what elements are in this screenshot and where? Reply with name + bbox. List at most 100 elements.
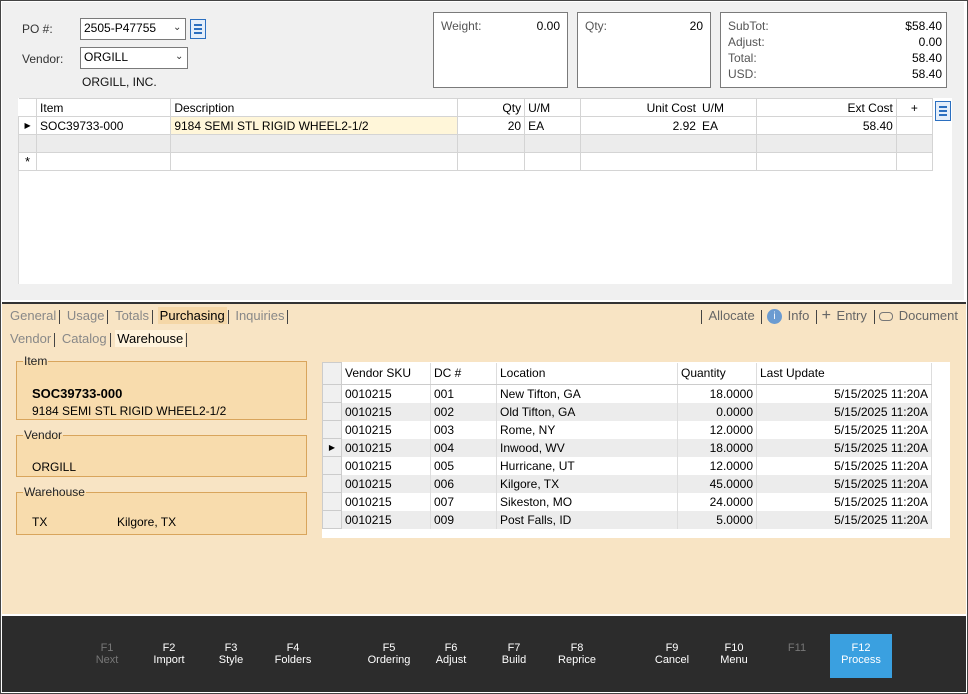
fkey-f1[interactable]: F1 Next [79, 642, 135, 666]
new-row[interactable]: * [17, 152, 934, 171]
col-header-um2[interactable]: U/M [698, 98, 757, 117]
col-header-dc[interactable]: DC # [430, 362, 497, 385]
allocate-button[interactable]: Allocate [707, 307, 757, 324]
row-selector[interactable] [322, 456, 342, 475]
cell-last-update[interactable]: 5/15/2025 11:20A [756, 420, 932, 439]
cell-quantity[interactable]: 45.0000 [677, 474, 757, 493]
cell-dc[interactable]: 001 [430, 384, 497, 403]
table-row[interactable]: 0010215 003 Rome, NY 12.0000 5/15/2025 11:20… [322, 420, 932, 439]
col-header-description[interactable]: Description [170, 98, 458, 117]
menu-icon[interactable] [935, 101, 951, 121]
cell-last-update[interactable]: 5/15/2025 11:20A [756, 456, 932, 475]
entry-button[interactable]: Entry [835, 307, 869, 324]
col-header-vendor-sku[interactable]: Vendor SKU [341, 362, 431, 385]
cell-quantity[interactable]: 0.0000 [677, 402, 757, 421]
cell-location[interactable]: New Tifton, GA [496, 384, 678, 403]
cell-location[interactable]: Post Falls, ID [496, 510, 678, 529]
cell-quantity[interactable]: 18.0000 [677, 384, 757, 403]
cell-vendor-sku[interactable]: 0010215 [341, 402, 431, 421]
info-icon[interactable]: i [767, 309, 782, 325]
cell-add[interactable] [895, 116, 934, 135]
menu-icon[interactable] [190, 19, 206, 39]
document-icon[interactable] [879, 312, 894, 322]
fkey-f12[interactable]: F12 Process [830, 634, 892, 678]
table-row[interactable]: 0010215 009 Post Falls, ID 5.0000 5/15/2025 … [322, 510, 932, 529]
fkey-f6[interactable]: F6 Adjust [423, 642, 479, 666]
row-selector[interactable] [322, 510, 342, 529]
cell-dc[interactable]: 004 [430, 438, 497, 457]
cell-vendor-sku[interactable]: 0010215 [341, 456, 431, 475]
cell-quantity[interactable]: 12.0000 [677, 456, 757, 475]
table-row[interactable]: 0010215 007 Sikeston, MO 24.0000 5/15/2025 1… [322, 492, 932, 511]
dropdown-arrow-icon[interactable]: ⌄ [175, 52, 184, 62]
fkey-f7[interactable]: F7 Build [486, 642, 542, 666]
col-header-unit-cost[interactable]: Unit Cost [580, 98, 699, 117]
row-selector[interactable] [322, 420, 342, 439]
po-number-combo[interactable]: 2505-P47755 ⌄ [80, 18, 186, 40]
info-button[interactable]: Info [786, 307, 812, 324]
fkey-f2[interactable]: F2 Import [141, 642, 197, 666]
fkey-f5[interactable]: F5 Ordering [361, 642, 417, 666]
tab-purchasing[interactable]: Purchasing [157, 307, 227, 324]
cell-location[interactable]: Sikeston, MO [496, 492, 678, 511]
col-header-um[interactable]: U/M [524, 98, 582, 117]
cell-location[interactable]: Inwood, WV [496, 438, 678, 457]
cell-dc[interactable]: 009 [430, 510, 497, 529]
dropdown-arrow-icon[interactable]: ⌄ [173, 23, 182, 33]
col-header-last-update[interactable]: Last Update [756, 362, 932, 385]
col-header-location[interactable]: Location [496, 362, 678, 385]
cell-quantity[interactable]: 24.0000 [677, 492, 757, 511]
table-row[interactable]: 0010215 001 New Tifton, GA 18.0000 5/15/2025… [322, 384, 932, 403]
cell-vendor-sku[interactable]: 0010215 [341, 492, 431, 511]
cell-item[interactable]: SOC39733-000 [36, 116, 172, 135]
tab-usage[interactable]: Usage [65, 307, 107, 324]
fkey-f9[interactable]: F9 Cancel [644, 642, 700, 666]
row-selector[interactable] [322, 384, 342, 403]
cell-location[interactable]: Hurricane, UT [496, 456, 678, 475]
tab-inquiries[interactable]: Inquiries [233, 307, 286, 324]
cell-last-update[interactable]: 5/15/2025 11:20A [756, 438, 932, 457]
fkey-f4[interactable]: F4 Folders [265, 642, 321, 666]
row-selector[interactable] [322, 492, 342, 511]
cell-dc[interactable]: 006 [430, 474, 497, 493]
cell-last-update[interactable]: 5/15/2025 11:20A [756, 510, 932, 529]
row-selector[interactable] [322, 474, 342, 493]
row-selector[interactable]: ▶ [322, 438, 342, 457]
document-button[interactable]: Document [897, 307, 960, 324]
tab-general[interactable]: General [8, 307, 58, 324]
table-row[interactable]: 0010215 002 Old Tifton, GA 0.0000 5/15/2025 … [322, 402, 932, 421]
tab-totals[interactable]: Totals [113, 307, 151, 324]
cell-location[interactable]: Rome, NY [496, 420, 678, 439]
cell-last-update[interactable]: 5/15/2025 11:20A [756, 474, 932, 493]
vendor-combo[interactable]: ORGILL ⌄ [80, 47, 188, 69]
cell-um[interactable]: EA [524, 116, 582, 135]
cell-dc[interactable]: 007 [430, 492, 497, 511]
table-row[interactable]: ▶ SOC39733-000 9184 SEMI STL RIGID WHEEL… [17, 116, 934, 135]
tab-catalog[interactable]: Catalog [60, 330, 109, 347]
fkey-f10[interactable]: F10 Menu [706, 642, 762, 666]
cell-last-update[interactable]: 5/15/2025 11:20A [756, 492, 932, 511]
cell-location[interactable]: Kilgore, TX [496, 474, 678, 493]
cell-dc[interactable]: 003 [430, 420, 497, 439]
cell-vendor-sku[interactable]: 0010215 [341, 420, 431, 439]
cell-dc[interactable]: 005 [430, 456, 497, 475]
cell-last-update[interactable]: 5/15/2025 11:20A [756, 402, 932, 421]
cell-vendor-sku[interactable]: 0010215 [341, 474, 431, 493]
cell-qty[interactable]: 20 [456, 116, 526, 135]
cell-unit-cost[interactable]: 2.92 [580, 116, 699, 135]
fkey-f3[interactable]: F3 Style [203, 642, 259, 666]
table-row[interactable]: 0010215 006 Kilgore, TX 45.0000 5/15/2025 11… [322, 474, 932, 493]
cell-quantity[interactable]: 12.0000 [677, 420, 757, 439]
cell-quantity[interactable]: 18.0000 [677, 438, 757, 457]
table-row[interactable]: ▶ 0010215 004 Inwood, WV 18.0000 5/15/2025 11… [322, 438, 932, 457]
cell-dc[interactable]: 002 [430, 402, 497, 421]
cell-vendor-sku[interactable]: 0010215 [341, 384, 431, 403]
cell-ext-cost[interactable]: 58.40 [755, 116, 897, 135]
cell-um2[interactable]: EA [698, 116, 757, 135]
tab-vendor[interactable]: Vendor [8, 330, 53, 347]
col-header-item[interactable]: Item [36, 98, 172, 117]
table-row[interactable] [17, 134, 934, 153]
col-header-add[interactable]: + [895, 98, 934, 117]
cell-vendor-sku[interactable]: 0010215 [341, 438, 431, 457]
row-selector[interactable] [322, 402, 342, 421]
